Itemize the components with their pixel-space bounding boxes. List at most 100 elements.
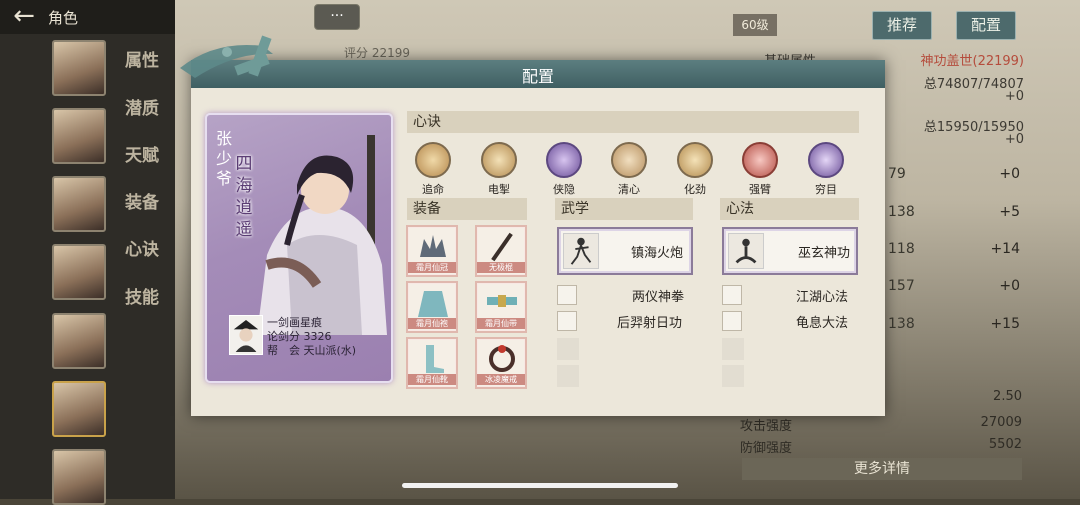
wuxue-main-slot[interactable]: 镇海火炮: [557, 227, 693, 275]
wuxue-item[interactable]: [557, 310, 577, 332]
robe-icon: [418, 291, 448, 317]
xinjue-icon: [611, 142, 647, 178]
empty-slot[interactable]: [557, 338, 579, 360]
meditation-icon: [722, 311, 742, 331]
dialog-title: 配置: [521, 67, 554, 86]
xinjue-label: 穷目: [815, 183, 837, 196]
equip-slot[interactable]: 冰凌魔戒: [475, 337, 527, 389]
xinfa-item[interactable]: [722, 284, 742, 306]
crown-icon: [420, 235, 446, 257]
stat-value: 157: [888, 278, 915, 294]
stat-value: 118: [888, 241, 915, 257]
back-arrow-icon[interactable]: ←: [0, 0, 48, 34]
meditation-icon: [722, 285, 742, 305]
equip-label: 冰凌魔戒: [477, 374, 525, 385]
xinjue-label: 化劲: [684, 183, 706, 196]
wuxue-item[interactable]: [557, 284, 577, 306]
config-button[interactable]: 配置: [956, 11, 1017, 40]
xinjue-label: 侠隐: [553, 183, 575, 196]
character-avatar[interactable]: [52, 449, 106, 505]
header-ornament-icon: [180, 35, 273, 78]
character-title: 四海逍遥: [235, 154, 253, 240]
level-badge: 60级: [733, 14, 777, 36]
xinjue-icon: [677, 142, 713, 178]
stat-value: 138: [888, 316, 915, 332]
xinfa-item-name: 江湖心法: [796, 290, 849, 305]
player-motto: 一剑画星痕: [267, 316, 322, 329]
bottom-stat-value: 27009: [980, 415, 1022, 430]
bottom-stat: 攻击强度 27009: [740, 415, 1022, 434]
bottom-stat-label: 攻击强度: [740, 419, 793, 434]
tab-skills[interactable]: 技能: [125, 283, 159, 308]
xinjue-slot[interactable]: 穷目: [801, 142, 851, 197]
equip-header: 装备: [407, 198, 527, 220]
bottom-stat-value: 5502: [988, 437, 1022, 452]
tab-talent[interactable]: 天赋: [125, 141, 159, 166]
stat-plus: +14: [990, 241, 1020, 257]
empty-slot[interactable]: [722, 365, 744, 387]
xinfa-item[interactable]: [722, 310, 742, 332]
empty-slot[interactable]: [557, 365, 579, 387]
martial-art-icon: [557, 285, 577, 305]
meditation-icon: [728, 233, 764, 269]
xinjue-slot[interactable]: 追命: [408, 142, 458, 197]
xinjue-slot[interactable]: 强臂: [735, 142, 785, 197]
character-name: 张少爷: [215, 129, 232, 188]
equip-label: 霜月仙袍: [408, 318, 456, 329]
duel-score: 论剑分 3326: [267, 330, 332, 343]
martial-art-icon: [557, 311, 577, 331]
character-avatar[interactable]: [52, 40, 106, 96]
stat-value: 138: [888, 204, 915, 220]
xinjue-icon: [415, 142, 451, 178]
xinjue-label: 清心: [618, 183, 640, 196]
equip-slot[interactable]: 霜月仙带: [475, 281, 527, 333]
xinjue-slot[interactable]: 电掣: [474, 142, 524, 197]
character-avatar[interactable]: [52, 176, 106, 232]
recommend-button[interactable]: 推荐: [872, 11, 933, 40]
back-bar[interactable]: ← 角色: [0, 0, 175, 34]
more-details-button[interactable]: 更多详情: [742, 458, 1022, 480]
tab-potential[interactable]: 潜质: [125, 94, 159, 119]
xinjue-icon: [808, 142, 844, 178]
score-label: 评分 22199: [344, 46, 410, 60]
bottom-stat-value: 2.50: [993, 389, 1022, 404]
wuxue-main-name: 镇海火炮: [631, 246, 684, 261]
player-info: 一剑画星痕 论剑分 3326 帮 会 天山派(水): [267, 316, 356, 358]
equip-slot[interactable]: 无极棍: [475, 225, 527, 277]
character-avatar[interactable]: [52, 244, 106, 300]
character-avatar[interactable]: [52, 108, 106, 164]
character-avatar[interactable]: [52, 313, 106, 369]
wuxue-item-name: 后羿射日功: [617, 316, 683, 331]
tab-equipment[interactable]: 装备: [125, 188, 159, 213]
stat-plus: +0: [999, 278, 1020, 294]
stat-plus: +0: [999, 166, 1020, 182]
mp-plus: +0: [1004, 132, 1024, 147]
hp-plus: +0: [1004, 89, 1024, 104]
tab-attributes[interactable]: 属性: [125, 46, 159, 71]
equip-slot[interactable]: 霜月仙靴: [406, 337, 458, 389]
equip-slot[interactable]: 霜月仙冠: [406, 225, 458, 277]
chat-button[interactable]: ···: [314, 4, 360, 30]
tab-xinjue[interactable]: 心诀: [125, 235, 159, 260]
stat-plus: +15: [990, 316, 1020, 332]
xinjue-icon: [481, 142, 517, 178]
xinjue-icon: [742, 142, 778, 178]
equip-label: 霜月仙冠: [408, 262, 456, 273]
equip-slot[interactable]: 霜月仙袍: [406, 281, 458, 333]
xinjue-slot[interactable]: 清心: [604, 142, 654, 197]
player-avatar: [229, 315, 263, 355]
xinjue-slot[interactable]: 化劲: [670, 142, 720, 197]
xinjue-slot[interactable]: 侠隐: [539, 142, 589, 197]
home-indicator[interactable]: [402, 483, 678, 488]
character-avatar[interactable]: [52, 381, 106, 437]
stat-value: 79: [888, 166, 906, 182]
empty-slot[interactable]: [722, 338, 744, 360]
dialog-header: 配置: [191, 60, 885, 88]
character-portrait-icon: [257, 135, 387, 335]
xinfa-main-slot[interactable]: 巫玄神功: [722, 227, 858, 275]
xinjue-icon: [546, 142, 582, 178]
xinjue-label: 电掣: [488, 183, 510, 196]
martial-art-icon: [563, 233, 599, 269]
page-title: 角色: [48, 8, 79, 27]
ring-icon: [489, 345, 515, 372]
